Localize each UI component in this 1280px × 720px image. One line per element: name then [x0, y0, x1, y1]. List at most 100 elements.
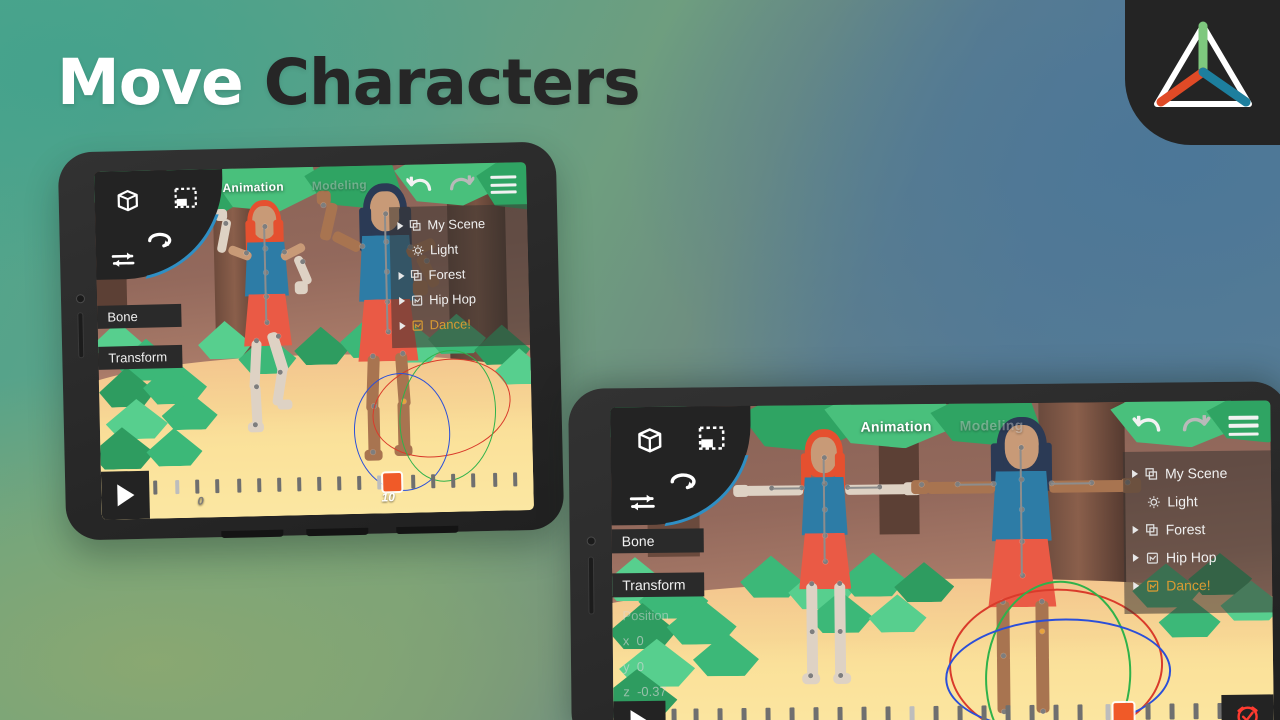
- redo-icon[interactable]: [1180, 415, 1211, 437]
- hierarchy-row[interactable]: My Scene: [1123, 458, 1271, 488]
- top-actions[interactable]: [1132, 415, 1259, 438]
- rig-joint[interactable]: [808, 673, 814, 679]
- menu-icon[interactable]: [1228, 415, 1259, 436]
- tick: [195, 479, 200, 494]
- position-y-field[interactable]: y 0: [623, 653, 695, 679]
- edge-button: [306, 527, 369, 537]
- tick-current: [377, 475, 382, 490]
- rig-joint[interactable]: [223, 220, 229, 226]
- menu-icon[interactable]: [490, 175, 517, 194]
- translate-icon[interactable]: [625, 491, 659, 518]
- redo-icon[interactable]: [448, 175, 475, 196]
- tab-animation[interactable]: Animation: [222, 180, 284, 195]
- character-leg: [249, 340, 262, 391]
- top-actions[interactable]: [406, 174, 517, 197]
- rig-joint[interactable]: [253, 384, 260, 390]
- play-button[interactable]: [613, 700, 666, 720]
- cube-icon[interactable]: [633, 425, 665, 462]
- position-x-field[interactable]: x 0: [623, 628, 695, 654]
- hierarchy-row[interactable]: My Scene: [389, 210, 528, 238]
- bone-pill[interactable]: Bone: [611, 528, 704, 554]
- expand-arrow-icon[interactable]: [397, 221, 404, 230]
- rig-joint[interactable]: [252, 422, 258, 428]
- expand-arrow-icon[interactable]: [399, 296, 406, 305]
- rig-joint[interactable]: [400, 350, 406, 356]
- tick: [451, 473, 456, 488]
- transform-fields[interactable]: Position x 0 y 0 z -0.37: [612, 596, 705, 704]
- rig-joint[interactable]: [320, 202, 326, 208]
- character-red[interactable]: [214, 197, 317, 449]
- expand-arrow-icon[interactable]: [1133, 581, 1140, 590]
- undo-icon[interactable]: [1132, 415, 1162, 438]
- animation-icon: [1146, 552, 1158, 564]
- rig-joint[interactable]: [253, 338, 260, 344]
- keyframe-marker[interactable]: [1113, 702, 1134, 720]
- rotate-icon[interactable]: [667, 468, 699, 499]
- select-rect-icon[interactable]: [697, 424, 727, 459]
- rotate-icon[interactable]: [145, 228, 174, 258]
- tab-animation[interactable]: Animation: [860, 418, 931, 435]
- select-rect-icon[interactable]: [172, 186, 199, 218]
- hierarchy-row[interactable]: Light: [390, 235, 529, 263]
- mode-tabs[interactable]: Animation Modeling: [860, 417, 1023, 435]
- expand-arrow-icon[interactable]: [1132, 553, 1139, 562]
- phone-screen[interactable]: Animation Modeling My Scene Light Forest…: [94, 162, 534, 520]
- rig-joint[interactable]: [275, 333, 281, 339]
- rig-joint[interactable]: [359, 243, 365, 249]
- volume-button[interactable]: [587, 556, 595, 615]
- tab-modeling[interactable]: Modeling: [960, 417, 1024, 434]
- hierarchy-label: Forest: [1165, 521, 1206, 538]
- keyframe-marker[interactable]: [383, 472, 402, 492]
- rig-joint[interactable]: [838, 672, 844, 678]
- hierarchy-label: Forest: [428, 266, 466, 283]
- volume-button[interactable]: [77, 312, 85, 359]
- record-keyframe-button[interactable]: [1221, 694, 1274, 720]
- timeline-ticks[interactable]: 0 10: [149, 462, 534, 519]
- transform-pill[interactable]: Transform: [612, 572, 705, 598]
- rig-joint[interactable]: [837, 580, 843, 586]
- group-icon: [409, 219, 421, 231]
- tick: [981, 705, 987, 720]
- edge-button: [396, 525, 459, 535]
- play-button[interactable]: [100, 470, 150, 520]
- hierarchy-row[interactable]: Hip Hop: [1124, 542, 1272, 572]
- scene-hierarchy-panel[interactable]: My Scene Light Forest Hip Hop Dance!: [388, 204, 531, 349]
- transform-pill[interactable]: Transform: [98, 344, 183, 370]
- tab-modeling[interactable]: Modeling: [312, 178, 367, 193]
- phone-screen[interactable]: Animation Modeling My Scene Light Forest…: [610, 400, 1274, 720]
- undo-icon[interactable]: [406, 176, 432, 197]
- phone-device-back: Animation Modeling My Scene Light Forest…: [57, 141, 565, 541]
- bone-pill[interactable]: Bone: [97, 303, 182, 329]
- rig-joint[interactable]: [370, 353, 376, 359]
- hierarchy-row[interactable]: Forest: [390, 260, 529, 288]
- hierarchy-row[interactable]: Light: [1123, 486, 1271, 516]
- rig-joint[interactable]: [243, 250, 250, 256]
- expand-arrow-icon[interactable]: [1132, 469, 1139, 478]
- position-label: Position: [622, 607, 669, 624]
- hierarchy-row-selected[interactable]: Dance!: [1124, 570, 1272, 600]
- rig-joint[interactable]: [809, 581, 815, 587]
- character-shin: [806, 631, 819, 680]
- cube-icon[interactable]: [112, 187, 141, 221]
- rig-joint[interactable]: [300, 259, 306, 265]
- tick: [1145, 703, 1151, 720]
- rig-bone: [1020, 481, 1023, 510]
- translate-icon[interactable]: [108, 249, 139, 275]
- rig-joint[interactable]: [277, 369, 283, 375]
- rig-joint[interactable]: [919, 482, 925, 488]
- expand-arrow-icon[interactable]: [398, 271, 405, 280]
- expand-arrow-icon[interactable]: [399, 321, 406, 330]
- hierarchy-row[interactable]: Forest: [1123, 514, 1271, 544]
- rig-joint[interactable]: [281, 249, 288, 255]
- hierarchy-row-selected[interactable]: Dance!: [391, 310, 530, 338]
- character-red[interactable]: [733, 428, 966, 710]
- timeline[interactable]: 0 10: [100, 462, 534, 520]
- tick-current: [1105, 704, 1111, 720]
- scene-hierarchy-panel[interactable]: My Scene Light Forest Hip Hop Dance!: [1122, 450, 1273, 614]
- property-panel[interactable]: Bone Transform: [97, 303, 183, 370]
- hierarchy-row[interactable]: Hip Hop: [391, 285, 530, 313]
- expand-arrow-icon[interactable]: [1132, 525, 1139, 534]
- rig-joint[interactable]: [837, 628, 843, 634]
- rig-joint[interactable]: [809, 629, 815, 635]
- property-panel[interactable]: Bone Transform Position x 0 y 0 z -0.37: [611, 528, 706, 704]
